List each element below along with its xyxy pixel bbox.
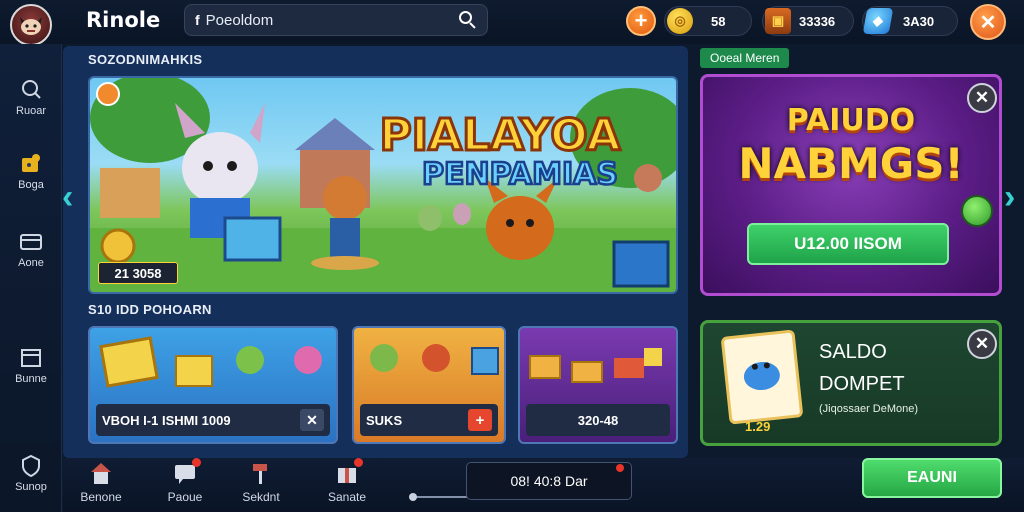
timer-badge [616, 464, 624, 472]
play-button[interactable]: EAUNI [862, 458, 1002, 498]
promo-panel: PAIUDO NABMGS! U12.00 IISOM ✕ [700, 74, 1002, 296]
sidebar-item-shield[interactable]: Sunop [0, 454, 62, 493]
sidebar-item-window[interactable]: Bunne [0, 346, 62, 385]
featured-section-title: SOZODNIMAHKIS [88, 52, 203, 67]
gold-coin-counter[interactable]: ◎ 58 [664, 6, 752, 36]
app-title: Rinole [86, 8, 161, 32]
featured-banner[interactable]: PIALAYOA PENPAMIAS 21 3058 [88, 76, 678, 294]
treasure-chest-icon: ▣ [765, 8, 791, 34]
card-2-label-row: SUKS + [360, 404, 498, 436]
avatar[interactable] [10, 4, 52, 46]
window-icon [19, 346, 43, 370]
add-currency-button[interactable]: + [626, 6, 656, 36]
card-2-artwork [370, 344, 499, 375]
sidebar-item-search[interactable]: Ruoar [0, 78, 62, 117]
blue-gem-icon: ◆ [862, 8, 894, 34]
wallet-title-line2: DOMPET [819, 373, 905, 395]
plus-icon[interactable]: + [468, 409, 492, 431]
wallet-title-line1: SALDO [819, 341, 887, 363]
chat-icon [171, 458, 201, 486]
game-card-1[interactable]: VBOH I-1 ISHMI 1009 ✕ [88, 326, 338, 444]
sidebar-item-label: Ruoar [16, 105, 46, 117]
slider-track[interactable] [412, 496, 468, 498]
wallet-subtitle: (Jiqossaer DeMone) [819, 403, 919, 415]
timer-display: 08! 40:8 Dar [466, 462, 632, 500]
chest-value: 33336 [799, 13, 836, 29]
section2-title: S10 IDD POHOARN [88, 302, 212, 317]
sidebar: Ruoar Boga Aone Bunne Sunop [0, 44, 62, 512]
game-card-2[interactable]: SUKS + [352, 326, 506, 444]
card-1-label: VBOH I-1 ISHMI 1009 [102, 412, 231, 428]
card-1-label-row: VBOH I-1 ISHMI 1009 ✕ [96, 404, 330, 436]
green-coin-icon [961, 195, 993, 227]
sidebar-item-games[interactable]: Boga [0, 152, 62, 191]
bottom-nav-tools[interactable]: Sekdnt [228, 460, 294, 504]
sidebar-item-label: Boga [18, 179, 44, 191]
sidebar-item-label: Sunop [15, 481, 47, 493]
bottom-nav-label: Benone [80, 490, 122, 504]
search-icon [19, 78, 43, 102]
shield-icon [19, 454, 43, 478]
sidebar-item-label: Bunne [15, 373, 47, 385]
banner-counter: 21 3058 [98, 262, 178, 284]
search-icon[interactable] [459, 11, 477, 29]
top-bar: Rinole f + ◎ 58 ▣ 33336 ◆ 3A30 ✕ [0, 0, 1024, 46]
promo-title-line2: NABMGS! [738, 139, 964, 188]
close-icon[interactable]: ✕ [300, 409, 324, 431]
bottom-nav-label: Sanate [327, 490, 367, 504]
close-button[interactable]: ✕ [970, 4, 1006, 40]
card-1-artwork [99, 336, 322, 388]
search-bar[interactable]: f [184, 4, 488, 36]
sidebar-item-label: Aone [18, 257, 44, 269]
promo-close-button[interactable]: ✕ [967, 83, 997, 113]
search-prefix: f [195, 12, 200, 28]
player-avatar-icon [20, 17, 42, 35]
gift-icon [333, 458, 363, 486]
gem-counter[interactable]: ◆ 3A30 [862, 6, 958, 36]
card-3-label-row: 320-48 [526, 404, 670, 436]
wallet-panel: 1.29 SALDO DOMPET (Jiqossaer DeMone) ✕ [700, 320, 1002, 446]
gem-value: 3A30 [903, 13, 935, 29]
banner-prev-arrow[interactable]: ‹ [62, 178, 73, 217]
card-icon [19, 230, 43, 254]
promo-title-line1: PAIUDO [786, 103, 916, 138]
gold-coin-icon: ◎ [667, 8, 693, 34]
house-icon [87, 460, 115, 486]
right-panel-tag: Ooeal Meren [700, 48, 790, 68]
bottom-nav-home[interactable]: Benone [68, 460, 134, 504]
wallet-card-icon [720, 329, 804, 425]
hammer-icon [247, 460, 275, 486]
gamepad-icon [19, 152, 43, 176]
banner-title-line1: PIALAYOA [379, 110, 620, 161]
banner-title-line2: PENPAMIAS [422, 157, 618, 192]
search-input[interactable] [205, 11, 446, 29]
card-3-artwork [529, 348, 662, 383]
chest-counter[interactable]: ▣ 33336 [762, 6, 854, 36]
bottom-nav-label: Paoue [167, 490, 203, 504]
bottom-nav-label: Sekdnt [242, 490, 280, 504]
promo-next-arrow[interactable]: › [1004, 178, 1015, 217]
bottom-nav-gift[interactable]: Sanate [314, 458, 380, 504]
banner-artwork: PIALAYOA PENPAMIAS [90, 78, 676, 292]
card-2-label: SUKS [366, 412, 403, 428]
wallet-card-value: 1.29 [745, 419, 771, 434]
sidebar-item-cards[interactable]: Aone [0, 230, 62, 269]
promo-claim-button[interactable]: U12.00 IISOM [747, 223, 949, 265]
card-3-label: 320-48 [577, 412, 619, 428]
game-card-3[interactable]: 320-48 [518, 326, 678, 444]
gold-coin-value: 58 [711, 13, 726, 29]
slider-handle[interactable] [409, 493, 417, 501]
wallet-close-button[interactable]: ✕ [967, 329, 997, 359]
bottom-nav-chat[interactable]: Paoue [152, 458, 218, 504]
